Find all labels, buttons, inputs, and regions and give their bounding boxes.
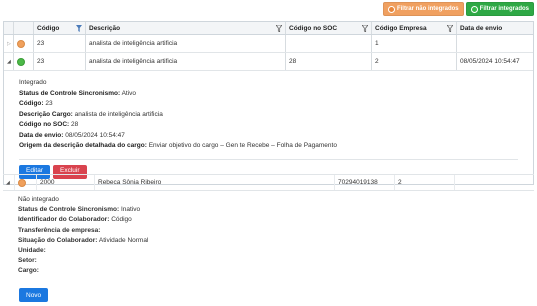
cell-nome: Rebeca Sônia Ribeiro <box>95 175 335 190</box>
filter-icon[interactable] <box>76 25 82 32</box>
header-status-col <box>14 22 34 34</box>
header-codigo-label: Código <box>37 24 60 32</box>
header-codigo-soc[interactable]: Código no SOC <box>286 22 372 34</box>
detail-label: Setor: <box>18 257 37 265</box>
filter-integrated-button[interactable]: Filtrar integrados <box>465 2 534 16</box>
header-descricao-label: Descrição <box>89 24 121 32</box>
detail-value: Atividade Normal <box>98 236 149 244</box>
detail-label: Situação do Colaborador: <box>18 236 98 244</box>
header-codigo-empresa-label: Código Empresa <box>375 24 427 32</box>
detail-label: Unidade: <box>18 247 46 255</box>
detail-line: Status de Controle Sincronismo: Ativo <box>19 89 518 100</box>
detail-line: Cargo: <box>18 266 519 276</box>
cell-codigo: 23 <box>34 53 86 70</box>
detail-label: Status de Controle Sincronismo: <box>19 89 121 97</box>
divider <box>19 158 518 160</box>
detail-line: Unidade: <box>18 246 519 256</box>
data-grid: Código Descrição Código no SOC Código Em… <box>3 21 534 185</box>
header-expand-col <box>4 22 14 34</box>
cell-empresa: 2 <box>395 175 455 190</box>
detail-line: Situação do Colaborador: Atividade Norma… <box>18 236 519 246</box>
detail-label: Identificador do Colaborador: <box>18 216 110 224</box>
detail-value: 28 <box>71 121 79 128</box>
detail-value: analista de inteligência artificia <box>74 110 163 118</box>
new-button[interactable]: Novo <box>19 288 49 302</box>
detail-value: Enviar objetivo do cargo – Gen te Recebe… <box>148 142 337 149</box>
chevron-down-icon: ◢ <box>7 58 11 65</box>
cell-codigo-empresa: 2 <box>372 53 457 70</box>
status-cell <box>14 35 34 52</box>
status-dot-icon <box>17 39 25 48</box>
detail-line: Código: 23 <box>19 99 518 110</box>
status-cell <box>15 175 37 190</box>
header-data-envio-label: Data de envio <box>460 24 503 32</box>
detail-line: Status de Controle Sincronismo: Inativo <box>18 205 519 215</box>
detail-value: Código <box>111 216 132 224</box>
filter-integrated-label: Filtrar integrados <box>479 6 529 12</box>
detail-status-title: Integrado <box>19 79 47 86</box>
detail-value: 23 <box>45 100 53 107</box>
cell-descricao: analista de inteligência artificia <box>86 53 286 70</box>
detail-line: Setor: <box>18 256 519 266</box>
filter-icon[interactable] <box>447 25 453 32</box>
expand-toggle[interactable]: ◢ <box>4 53 14 70</box>
header-data-envio[interactable]: Data de envio <box>457 22 533 34</box>
detail-value: Ativo <box>121 89 137 97</box>
detail-label: Cargo: <box>18 267 39 275</box>
chevron-right-icon: ▷ <box>7 40 11 47</box>
detail-label: Transferência de empresa: <box>18 226 101 234</box>
detail-line: Transferência de empresa: <box>18 226 519 236</box>
grid-header: Código Descrição Código no SOC Código Em… <box>4 22 533 35</box>
cell-data-envio <box>457 35 533 52</box>
detail-label: Descrição Cargo: <box>19 110 73 118</box>
filter-toolbar: Filtrar não integrados Filtrar integrado… <box>382 2 534 16</box>
table-row[interactable]: ◢ 23 analista de inteligência artificia … <box>4 53 533 71</box>
cell-codigo-soc: 28 <box>286 53 372 70</box>
detail-label: Status de Controle Sincronismo: <box>18 206 120 214</box>
detail-line: Código no SOC: 28 <box>19 120 518 131</box>
cell-cpf: 70294019138 <box>335 175 395 190</box>
status-cell <box>14 53 34 70</box>
detail-status-title: Não integrado <box>18 196 59 203</box>
cell-codigo: 23 <box>34 35 86 52</box>
detail-label: Data de envio: <box>19 131 64 139</box>
collaborator-grid: ◢ 2000 Rebeca Sônia Ribeiro 70294019138 … <box>3 174 534 277</box>
detail-value: Inativo <box>120 206 141 214</box>
status-dot-icon <box>18 178 26 187</box>
status-dot-icon <box>17 57 25 66</box>
chevron-down-icon: ◢ <box>6 179 10 186</box>
orange-status-icon <box>387 5 395 13</box>
detail-line: Origem da descrição detalhada do cargo: … <box>19 141 518 152</box>
cell-codigo-empresa: 1 <box>372 35 457 52</box>
header-codigo-soc-label: Código no SOC <box>289 24 338 32</box>
detail-panel-not-integrated: Não integrado Status de Controle Sincron… <box>3 195 534 277</box>
detail-line: Descrição Cargo: analista de inteligênci… <box>19 110 518 121</box>
cell-codigo: 2000 <box>37 175 95 190</box>
detail-label: Código: <box>19 100 44 107</box>
cell-codigo-soc <box>286 35 372 52</box>
detail-label: Código no SOC: <box>19 121 70 128</box>
header-descricao[interactable]: Descrição <box>86 22 286 34</box>
detail-label: Origem da descrição detalhada do cargo: <box>19 142 147 149</box>
table-row[interactable]: ◢ 2000 Rebeca Sônia Ribeiro 70294019138 … <box>3 174 534 191</box>
filter-not-integrated-button[interactable]: Filtrar não integrados <box>382 2 464 16</box>
table-row[interactable]: ▷ 23 analista de inteligência artificia … <box>4 35 533 53</box>
expand-toggle[interactable]: ◢ <box>3 175 15 190</box>
filter-icon[interactable] <box>362 25 368 32</box>
detail-line: Identificador do Colaborador: Código <box>18 215 519 225</box>
green-status-icon <box>470 5 478 13</box>
expand-toggle[interactable]: ▷ <box>4 35 14 52</box>
detail-panel-integrated: Integrado Status de Controle Sincronismo… <box>4 78 533 184</box>
filter-not-integrated-label: Filtrar não integrados <box>396 6 459 12</box>
cell-empty <box>455 175 534 190</box>
cell-data-envio: 08/05/2024 10:54:47 <box>460 58 520 65</box>
header-codigo[interactable]: Código <box>34 22 86 34</box>
header-codigo-empresa[interactable]: Código Empresa <box>372 22 457 34</box>
filter-icon[interactable] <box>276 25 282 32</box>
detail-line: Data de envio: 08/05/2024 10:54:47 <box>19 131 518 142</box>
cell-descricao: analista de inteligência artificia <box>86 35 286 52</box>
detail-value: 08/05/2024 10:54:47 <box>65 131 125 139</box>
